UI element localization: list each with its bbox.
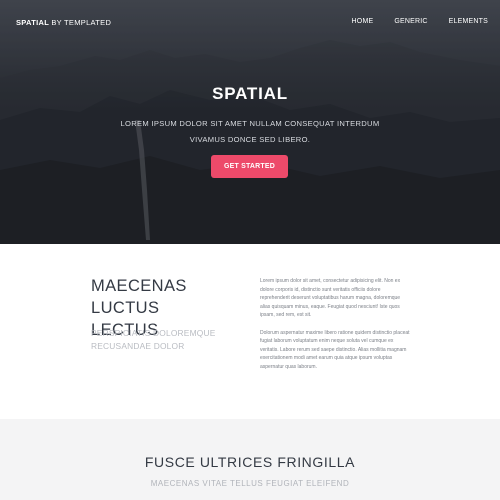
brand-byline: BY TEMPLATED — [51, 18, 112, 27]
hero-subtitle: LOREM IPSUM DOLOR SIT AMET NULLAM CONSEQ… — [120, 119, 380, 144]
hero-banner: SPATIAL BY TEMPLATED HOME GENERIC ELEMEN… — [0, 0, 500, 244]
intro-body: Lorem ipsum dolor sit amet, consectetur … — [260, 277, 410, 380]
top-navigation: SPATIAL BY TEMPLATED HOME GENERIC ELEMEN… — [0, 0, 500, 44]
hero-title: SPATIAL — [212, 84, 288, 103]
nav-menu: HOME GENERIC ELEMENTS — [331, 18, 488, 25]
brand-name: SPATIAL — [16, 18, 49, 27]
brand-logo[interactable]: SPATIAL BY TEMPLATED — [16, 18, 111, 27]
get-started-button[interactable]: GET STARTED — [211, 155, 288, 178]
intro-paragraph: Dolorum aspernatur maxime libero ratione… — [260, 329, 410, 370]
intro-section: MAECENAS LUCTUS LECTUS PERSPICIATIS DOLO… — [0, 244, 500, 419]
features-section: FUSCE ULTRICES FRINGILLA MAECENAS VITAE … — [0, 419, 500, 500]
features-subtitle: MAECENAS VITAE TELLUS FEUGIAT ELEIFEND — [150, 479, 350, 488]
nav-link-home[interactable]: HOME — [352, 18, 374, 25]
features-title: FUSCE ULTRICES FRINGILLA — [144, 454, 356, 470]
intro-subheading: PERSPICIATIS DOLOREMQUE RECUSANDAE DOLOR — [91, 328, 216, 351]
nav-link-elements[interactable]: ELEMENTS — [449, 18, 488, 25]
nav-link-generic[interactable]: GENERIC — [394, 18, 427, 25]
intro-paragraph: Lorem ipsum dolor sit amet, consectetur … — [260, 278, 401, 318]
